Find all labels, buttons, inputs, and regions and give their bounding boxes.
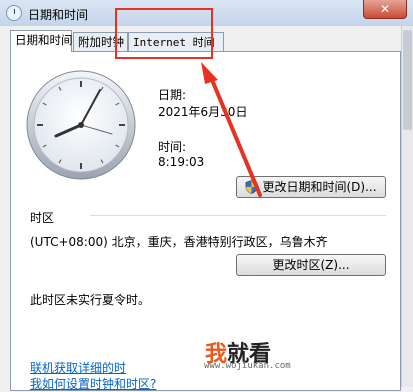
annotation-arrow	[201, 62, 262, 197]
